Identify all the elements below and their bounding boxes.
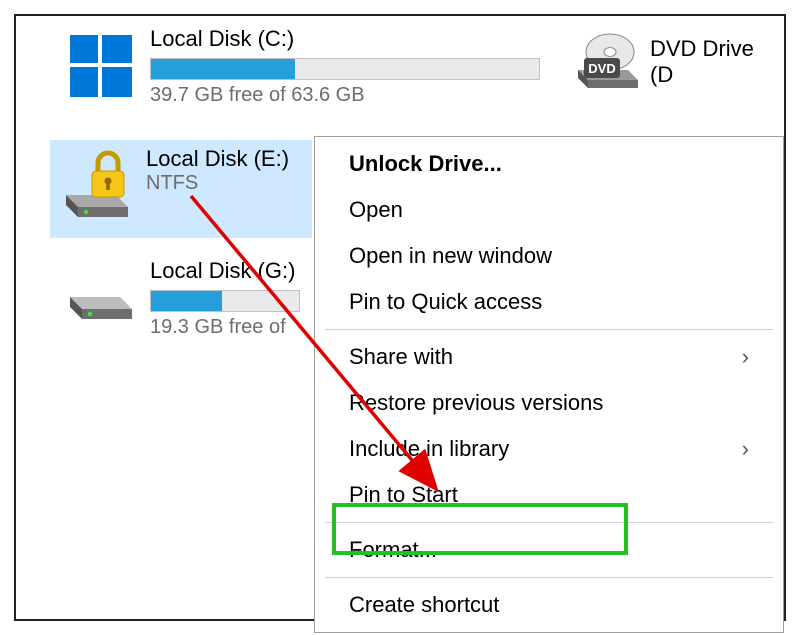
menu-label: Format... [349, 537, 437, 563]
menu-pin-quick-access[interactable]: Pin to Quick access [315, 279, 783, 325]
drive-c-title: Local Disk (C:) [150, 26, 540, 52]
drive-tile-c[interactable]: Local Disk (C:) 39.7 GB free of 63.6 GB [54, 20, 550, 113]
menu-label: Pin to Start [349, 482, 458, 508]
menu-share-with[interactable]: Share with › [315, 334, 783, 380]
locked-drive-icon [60, 146, 138, 226]
menu-create-shortcut[interactable]: Create shortcut [315, 582, 783, 628]
chevron-right-icon: › [742, 436, 749, 462]
dvd-drive-icon: DVD [574, 26, 642, 98]
menu-label: Share with [349, 344, 453, 370]
drive-dvd-title: DVD Drive (D [650, 36, 774, 88]
menu-open-new-window[interactable]: Open in new window [315, 233, 783, 279]
chevron-right-icon: › [742, 344, 749, 370]
explorer-drive-pane: Local Disk (C:) 39.7 GB free of 63.6 GB … [16, 16, 784, 619]
menu-unlock-drive[interactable]: Unlock Drive... [315, 141, 783, 187]
menu-open[interactable]: Open [315, 187, 783, 233]
menu-label: Unlock Drive... [349, 151, 502, 177]
menu-label: Pin to Quick access [349, 289, 542, 315]
drive-tile-dvd[interactable]: DVD DVD Drive (D [564, 20, 784, 104]
hard-drive-icon [64, 258, 142, 338]
drive-g-capacity-bar [150, 290, 300, 312]
window-frame: Local Disk (C:) 39.7 GB free of 63.6 GB … [14, 14, 786, 621]
menu-label: Restore previous versions [349, 390, 603, 416]
menu-separator [325, 522, 773, 523]
menu-include-in-library[interactable]: Include in library › [315, 426, 783, 472]
menu-restore-previous-versions[interactable]: Restore previous versions [315, 380, 783, 426]
menu-label: Include in library [349, 436, 509, 462]
menu-label: Open [349, 197, 403, 223]
drive-context-menu: Unlock Drive... Open Open in new window … [314, 136, 784, 633]
menu-pin-to-start[interactable]: Pin to Start [315, 472, 783, 518]
menu-separator [325, 577, 773, 578]
menu-label: Open in new window [349, 243, 552, 269]
windows-drive-icon [64, 26, 142, 106]
menu-label: Create shortcut [349, 592, 499, 618]
drive-c-free-text: 39.7 GB free of 63.6 GB [150, 84, 540, 107]
svg-text:DVD: DVD [588, 61, 615, 76]
drive-tile-e[interactable]: Local Disk (E:) NTFS [50, 140, 312, 238]
drive-c-capacity-bar [150, 58, 540, 80]
menu-format[interactable]: Format... [315, 527, 783, 573]
menu-separator [325, 329, 773, 330]
